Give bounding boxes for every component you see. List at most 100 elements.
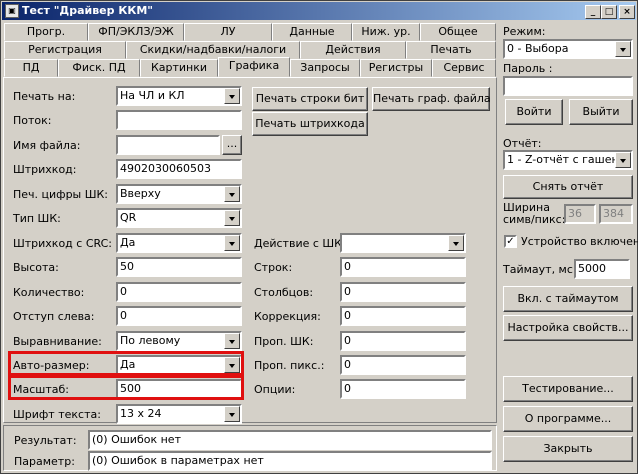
close-button[interactable]: Закрыть: [503, 436, 633, 462]
chevron-down-icon[interactable]: [224, 235, 240, 251]
barcode-input[interactable]: 4902030060503: [116, 159, 242, 179]
options-label: Опции:: [254, 383, 296, 396]
font-value: 13 x 24: [120, 407, 162, 420]
print-bit-lines-button[interactable]: Печать строки бит: [252, 87, 368, 111]
result-output[interactable]: (0) Ошибок нет: [88, 430, 492, 450]
height-input[interactable]: 50: [116, 257, 242, 277]
enable-timeout-button[interactable]: Вкл. с таймаутом: [503, 286, 633, 312]
barcode-type-value: QR: [120, 211, 137, 224]
left-margin-label: Отступ слева:: [13, 310, 95, 323]
options-input[interactable]: 0: [340, 379, 466, 399]
chevron-down-icon[interactable]: [448, 235, 464, 251]
tab-queries[interactable]: Запросы: [290, 59, 360, 77]
prop-bc-input[interactable]: 0: [340, 331, 466, 351]
logout-button[interactable]: Выйти: [569, 99, 633, 125]
timeout-input[interactable]: 5000: [574, 259, 630, 279]
password-input[interactable]: [503, 76, 633, 96]
barcode-crc-select[interactable]: Да: [116, 233, 242, 253]
param-output[interactable]: (0) Ошибок в параметрах нет: [88, 451, 492, 471]
tab-progr[interactable]: Прогр.: [4, 23, 88, 41]
maximize-icon[interactable]: □: [601, 5, 617, 19]
barcode-crc-label: Штрихкод с CRC:: [13, 237, 112, 250]
print-digits-label: Печ. цифры ШК:: [13, 188, 109, 201]
browse-button[interactable]: ...: [222, 135, 242, 155]
testing-button[interactable]: Тестирование...: [503, 376, 633, 402]
tab-pictures[interactable]: Картинки: [140, 59, 218, 77]
tab-registration[interactable]: Регистрация: [4, 41, 126, 59]
tab-data[interactable]: Данные: [272, 23, 352, 41]
autosize-label: Авто-размер:: [13, 359, 90, 372]
cols-input[interactable]: 0: [340, 282, 466, 302]
tab-pd[interactable]: ПД: [4, 59, 58, 77]
tab-general[interactable]: Общее: [420, 23, 496, 41]
tab-lu[interactable]: ЛУ: [184, 23, 272, 41]
correction-input[interactable]: 0: [340, 306, 466, 326]
print-on-value: На ЧЛ и КЛ: [120, 89, 185, 102]
print-barcode-button[interactable]: Печать штрихкода: [252, 112, 368, 136]
prop-px-input[interactable]: 0: [340, 355, 466, 375]
tab-graphics[interactable]: Графика: [218, 57, 290, 77]
action-label: Действие с ШК:: [254, 237, 346, 250]
left-margin-input[interactable]: 0: [116, 306, 242, 326]
stream-label: Поток:: [13, 114, 52, 127]
take-report-button[interactable]: Снять отчёт: [503, 175, 633, 199]
status-area: Результат: (0) Ошибок нет Параметр: (0) …: [3, 425, 497, 471]
count-label: Количество:: [13, 286, 85, 299]
autosize-select[interactable]: Да: [116, 355, 242, 375]
device-enabled-checkbox[interactable]: ✓: [504, 235, 517, 248]
rows-input[interactable]: 0: [340, 257, 466, 277]
print-digits-select[interactable]: Вверху: [116, 184, 242, 204]
login-button[interactable]: Войти: [505, 99, 563, 125]
chevron-down-icon[interactable]: [224, 333, 240, 349]
align-select[interactable]: По левому: [116, 331, 242, 351]
filename-label: Имя файла:: [13, 139, 81, 152]
graphics-panel: Печать на: На ЧЛ и КЛ Поток: Имя файла: …: [3, 77, 497, 424]
print-on-select[interactable]: На ЧЛ и КЛ: [116, 86, 242, 106]
close-icon[interactable]: ×: [619, 5, 635, 19]
print-graph-file-button[interactable]: Печать граф. файла: [372, 87, 491, 111]
rows-label: Строк:: [254, 261, 293, 274]
filename-input[interactable]: [116, 135, 220, 155]
width-chars-input: 36: [564, 204, 596, 224]
mode-select[interactable]: 0 - Выбора: [503, 39, 633, 59]
main-window: ▣ Тест "Драйвер ККМ" _ □ × Прогр. ФП/ЭКЛ…: [0, 0, 638, 474]
stream-input[interactable]: [116, 110, 242, 130]
barcode-label: Штрихкод:: [13, 163, 77, 176]
count-input[interactable]: 0: [116, 282, 242, 302]
chevron-down-icon[interactable]: [224, 210, 240, 226]
tab-actions[interactable]: Действия: [300, 41, 406, 59]
chevron-down-icon[interactable]: [224, 186, 240, 202]
properties-button[interactable]: Настройка свойств...: [503, 315, 633, 341]
font-label: Шрифт текста:: [13, 408, 101, 421]
barcode-type-label: Тип ШК:: [13, 212, 61, 225]
tab-registers[interactable]: Регистры: [360, 59, 432, 77]
report-select[interactable]: 1 - Z-отчёт с гашением: [503, 150, 633, 170]
chevron-down-icon[interactable]: [224, 406, 240, 422]
autosize-value: Да: [120, 358, 136, 371]
chevron-down-icon[interactable]: [224, 88, 240, 104]
tab-fisc-pd[interactable]: Фиск. ПД: [58, 59, 140, 77]
tab-print[interactable]: Печать: [406, 41, 496, 59]
tab-service[interactable]: Сервис: [432, 59, 496, 77]
scale-input[interactable]: 500: [116, 379, 242, 399]
font-select[interactable]: 13 x 24: [116, 404, 242, 424]
action-select[interactable]: [340, 233, 466, 253]
tab-low-level[interactable]: Ниж. ур.: [352, 23, 420, 41]
about-button[interactable]: О программе...: [503, 406, 633, 432]
height-label: Высота:: [13, 261, 59, 274]
cols-label: Столбцов:: [254, 286, 314, 299]
barcode-type-select[interactable]: QR: [116, 208, 242, 228]
title-bar: ▣ Тест "Драйвер ККМ" _ □ ×: [2, 2, 636, 20]
scale-label: Масштаб:: [13, 383, 69, 396]
device-enabled-label: Устройство включено: [521, 235, 638, 248]
print-digits-value: Вверху: [120, 187, 161, 200]
chevron-down-icon[interactable]: [224, 357, 240, 373]
print-on-label: Печать на:: [13, 90, 76, 103]
barcode-crc-value: Да: [120, 236, 136, 249]
correction-label: Коррекция:: [254, 310, 321, 323]
minimize-icon[interactable]: _: [585, 5, 601, 19]
chevron-down-icon[interactable]: [615, 152, 631, 168]
mode-value: 0 - Выбора: [507, 42, 569, 55]
tab-fp[interactable]: ФП/ЭКЛЗ/ЭЖ: [88, 23, 184, 41]
chevron-down-icon[interactable]: [615, 41, 631, 57]
